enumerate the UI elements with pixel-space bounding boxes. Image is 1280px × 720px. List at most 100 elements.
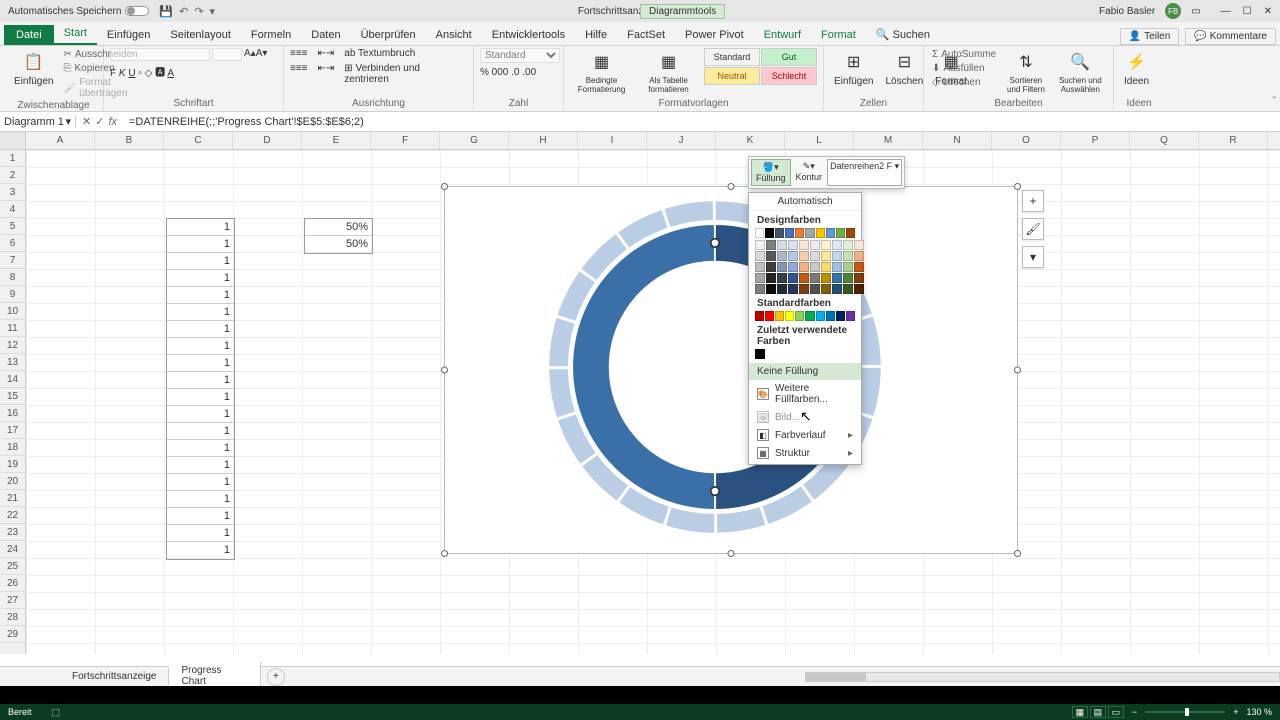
style-neutral[interactable]: Neutral bbox=[704, 67, 760, 85]
resize-handle[interactable] bbox=[441, 367, 448, 374]
page-layout-view-icon[interactable]: ▤ bbox=[1090, 706, 1106, 718]
style-bad[interactable]: Schlecht bbox=[761, 67, 817, 85]
color-swatch[interactable] bbox=[832, 262, 842, 272]
row-header[interactable]: 10 bbox=[0, 303, 25, 320]
cell[interactable]: 1 bbox=[167, 253, 234, 270]
zoom-out-icon[interactable]: − bbox=[1132, 707, 1137, 717]
row-header[interactable]: 24 bbox=[0, 541, 25, 558]
font-size-select[interactable] bbox=[212, 48, 242, 61]
column-header[interactable]: E bbox=[302, 132, 371, 149]
resize-handle[interactable] bbox=[728, 183, 735, 190]
column-header[interactable]: D bbox=[233, 132, 302, 149]
normal-view-icon[interactable]: ▦ bbox=[1072, 706, 1088, 718]
row-header[interactable]: 27 bbox=[0, 592, 25, 609]
collapse-ribbon-icon[interactable]: ˇ bbox=[1273, 96, 1276, 107]
color-swatch[interactable] bbox=[805, 311, 814, 321]
name-box[interactable]: Diagramm 1▾ bbox=[0, 115, 76, 128]
cell[interactable]: 1 bbox=[167, 304, 234, 321]
sheet-tab-fortschritt[interactable]: Fortschrittsanzeige bbox=[60, 668, 169, 685]
row-header[interactable]: 13 bbox=[0, 354, 25, 371]
cell[interactable]: 1 bbox=[167, 457, 234, 474]
color-swatch[interactable] bbox=[775, 228, 784, 238]
row-header[interactable]: 17 bbox=[0, 422, 25, 439]
color-swatch[interactable] bbox=[832, 273, 842, 283]
row-header[interactable]: 18 bbox=[0, 439, 25, 456]
color-swatch[interactable] bbox=[785, 228, 794, 238]
tab-formulas[interactable]: Formeln bbox=[241, 25, 301, 45]
row-header[interactable]: 5 bbox=[0, 218, 25, 235]
enter-formula-icon[interactable]: ✓ bbox=[95, 115, 104, 128]
color-swatch[interactable] bbox=[788, 284, 798, 294]
cell[interactable]: 1 bbox=[167, 219, 234, 236]
row-header[interactable]: 22 bbox=[0, 507, 25, 524]
ideas-button[interactable]: ⚡Ideen bbox=[1120, 48, 1153, 89]
color-swatch[interactable] bbox=[854, 240, 864, 250]
color-swatch[interactable] bbox=[821, 273, 831, 283]
resize-handle[interactable] bbox=[441, 183, 448, 190]
column-header[interactable]: Q bbox=[1130, 132, 1199, 149]
color-swatch[interactable] bbox=[788, 273, 798, 283]
undo-icon[interactable]: ↶ bbox=[179, 5, 188, 18]
color-swatch[interactable] bbox=[777, 240, 787, 250]
column-header[interactable]: L bbox=[785, 132, 854, 149]
redo-icon[interactable]: ↷ bbox=[194, 5, 203, 18]
color-swatch[interactable] bbox=[810, 262, 820, 272]
color-swatch[interactable] bbox=[826, 228, 835, 238]
color-swatch[interactable] bbox=[777, 251, 787, 261]
number-format-select[interactable]: Standard bbox=[480, 48, 560, 63]
color-swatch[interactable] bbox=[799, 273, 809, 283]
outline-button[interactable]: ✎▾ Kontur bbox=[792, 159, 827, 186]
color-swatch[interactable] bbox=[755, 273, 765, 283]
cancel-formula-icon[interactable]: ✕ bbox=[82, 115, 91, 128]
row-header[interactable]: 28 bbox=[0, 609, 25, 626]
fill-button[interactable]: ⬇ Ausfüllen bbox=[930, 62, 998, 75]
cell[interactable]: 50% bbox=[305, 219, 372, 236]
sort-filter-button[interactable]: ⇅Sortieren und Filtern bbox=[1002, 48, 1049, 96]
color-swatch[interactable] bbox=[777, 262, 787, 272]
color-swatch[interactable] bbox=[795, 228, 804, 238]
column-header[interactable]: A bbox=[26, 132, 95, 149]
color-swatch[interactable] bbox=[810, 251, 820, 261]
paste-button[interactable]: 📋Einfügen bbox=[10, 48, 57, 89]
color-swatch[interactable] bbox=[826, 311, 835, 321]
color-swatch[interactable] bbox=[755, 240, 765, 250]
color-swatch[interactable] bbox=[799, 240, 809, 250]
cell[interactable]: 1 bbox=[167, 372, 234, 389]
user-avatar[interactable]: FB bbox=[1165, 3, 1181, 19]
autosum-button[interactable]: Σ AutoSumme bbox=[930, 48, 998, 61]
row-header[interactable]: 12 bbox=[0, 337, 25, 354]
conditional-format-button[interactable]: ▦Bedingte Formatierung bbox=[570, 48, 633, 96]
cell[interactable]: 1 bbox=[167, 474, 234, 491]
chart-element-select[interactable]: Datenreihen2 F ▾ bbox=[827, 159, 902, 186]
resize-handle[interactable] bbox=[1014, 550, 1021, 557]
cell[interactable]: 1 bbox=[167, 338, 234, 355]
select-all-corner[interactable] bbox=[0, 132, 26, 149]
cell[interactable]: 1 bbox=[167, 236, 234, 253]
cell[interactable]: 1 bbox=[167, 491, 234, 508]
cell[interactable]: 1 bbox=[167, 287, 234, 304]
row-header[interactable]: 3 bbox=[0, 184, 25, 201]
resize-handle[interactable] bbox=[1014, 183, 1021, 190]
color-swatch[interactable] bbox=[766, 284, 776, 294]
color-swatch[interactable] bbox=[843, 240, 853, 250]
fill-button[interactable]: 🪣▾ Füllung bbox=[751, 159, 791, 186]
color-swatch[interactable] bbox=[836, 311, 845, 321]
row-header[interactable]: 21 bbox=[0, 490, 25, 507]
color-swatch[interactable] bbox=[821, 284, 831, 294]
column-header[interactable]: I bbox=[578, 132, 647, 149]
page-break-view-icon[interactable]: ▭ bbox=[1108, 706, 1124, 718]
cell[interactable]: 1 bbox=[167, 525, 234, 542]
color-swatch[interactable] bbox=[777, 273, 787, 283]
color-swatch[interactable] bbox=[832, 284, 842, 294]
resize-handle[interactable] bbox=[1014, 367, 1021, 374]
color-swatch[interactable] bbox=[788, 251, 798, 261]
row-header[interactable]: 11 bbox=[0, 320, 25, 337]
ribbon-display-icon[interactable]: ▭ bbox=[1191, 6, 1200, 17]
color-swatch[interactable] bbox=[795, 311, 804, 321]
zoom-level[interactable]: 130 % bbox=[1246, 707, 1272, 717]
cell[interactable]: 1 bbox=[167, 389, 234, 406]
cell[interactable]: 1 bbox=[167, 440, 234, 457]
color-swatch[interactable] bbox=[816, 311, 825, 321]
tab-page-layout[interactable]: Seitenlayout bbox=[160, 25, 241, 45]
color-swatch[interactable] bbox=[755, 311, 764, 321]
